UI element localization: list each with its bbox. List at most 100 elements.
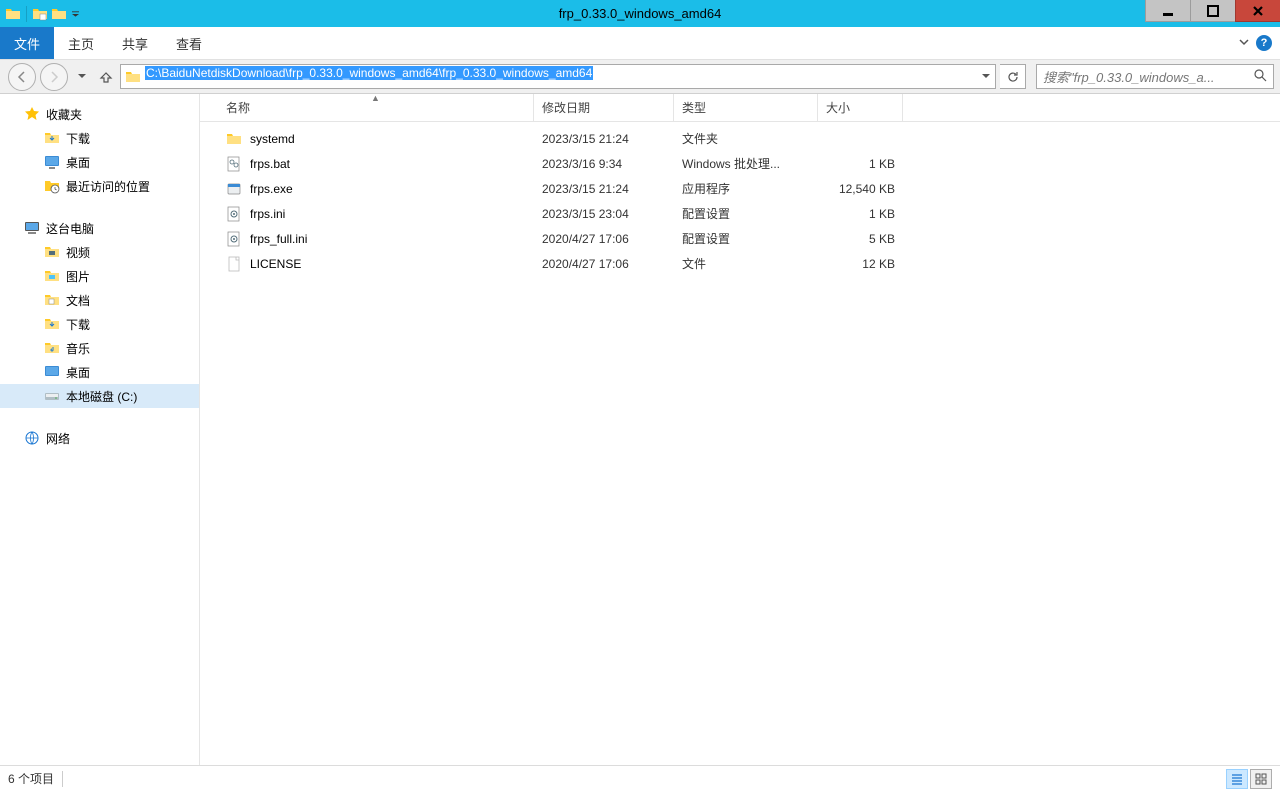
- file-row[interactable]: frps.exe2023/3/15 21:24应用程序12,540 KB: [200, 176, 1280, 201]
- file-icon: [226, 256, 242, 272]
- sidebar-item-network[interactable]: 网络: [0, 426, 199, 450]
- recent-icon: [44, 178, 60, 194]
- address-input[interactable]: C:\BaiduNetdiskDownload\frp_0.33.0_windo…: [145, 65, 975, 88]
- file-date: 2023/3/15 23:04: [534, 207, 674, 221]
- ribbon: 文件 主页 共享 查看 ?: [0, 27, 1280, 60]
- main-area: 收藏夹 下载 桌面 最近访问的位置 这台电脑 视频: [0, 94, 1280, 765]
- separator: [62, 771, 63, 787]
- network-icon: [24, 430, 40, 446]
- forward-button[interactable]: [40, 63, 68, 91]
- sidebar-item-downloads2[interactable]: 下载: [0, 312, 199, 336]
- statusbar: 6 个项目: [0, 765, 1280, 791]
- file-date: 2023/3/15 21:24: [534, 182, 674, 196]
- sidebar-item-recent[interactable]: 最近访问的位置: [0, 174, 199, 198]
- qat-dropdown[interactable]: [71, 5, 79, 23]
- tab-share[interactable]: 共享: [108, 27, 162, 59]
- back-button[interactable]: [8, 63, 36, 91]
- file-type: 文件: [674, 255, 818, 272]
- properties-icon[interactable]: [31, 5, 49, 23]
- desktop-icon: [44, 364, 60, 380]
- folder-icon: [44, 244, 60, 260]
- help-icon[interactable]: ?: [1256, 35, 1272, 51]
- folder-icon: [44, 130, 60, 146]
- column-header-name[interactable]: 名称 ▲: [218, 94, 534, 121]
- folder-icon: [44, 292, 60, 308]
- window-controls: [1145, 0, 1280, 27]
- file-date: 2020/4/27 17:06: [534, 257, 674, 271]
- sidebar-label: 视频: [66, 244, 90, 261]
- tab-view[interactable]: 查看: [162, 27, 216, 59]
- file-row[interactable]: systemd2023/3/15 21:24文件夹: [200, 126, 1280, 151]
- close-button[interactable]: [1235, 0, 1280, 22]
- sidebar-item-desktop2[interactable]: 桌面: [0, 360, 199, 384]
- sidebar-item-documents[interactable]: 文档: [0, 288, 199, 312]
- sidebar-label: 桌面: [66, 154, 90, 171]
- column-header-date[interactable]: 修改日期: [534, 94, 674, 121]
- sidebar-item-pictures[interactable]: 图片: [0, 264, 199, 288]
- tab-home[interactable]: 主页: [54, 27, 108, 59]
- desktop-icon: [44, 154, 60, 170]
- sidebar-label: 网络: [46, 430, 70, 447]
- sidebar-label: 图片: [66, 268, 90, 285]
- folder-icon: [44, 340, 60, 356]
- file-type: 配置设置: [674, 230, 818, 247]
- star-icon: [24, 106, 40, 122]
- ini-icon: [226, 231, 242, 247]
- address-path: C:\BaiduNetdiskDownload\frp_0.33.0_windo…: [145, 66, 593, 80]
- status-left: 6 个项目: [8, 770, 1226, 787]
- file-row[interactable]: frps_full.ini2020/4/27 17:06配置设置5 KB: [200, 226, 1280, 251]
- sidebar-group-network: 网络: [0, 426, 199, 450]
- sidebar-label: 收藏夹: [46, 106, 82, 123]
- file-name: frps.ini: [250, 207, 285, 221]
- sidebar: 收藏夹 下载 桌面 最近访问的位置 这台电脑 视频: [0, 94, 200, 765]
- file-date: 2020/4/27 17:06: [534, 232, 674, 246]
- item-count: 6 个项目: [8, 770, 54, 787]
- file-type: 应用程序: [674, 180, 818, 197]
- sidebar-item-localdisk[interactable]: 本地磁盘 (C:): [0, 384, 199, 408]
- file-name: frps_full.ini: [250, 232, 307, 246]
- sidebar-group-thispc: 这台电脑 视频 图片 文档 下载 音乐: [0, 216, 199, 408]
- file-name: LICENSE: [250, 257, 301, 271]
- view-switcher: [1226, 769, 1272, 789]
- sidebar-item-music[interactable]: 音乐: [0, 336, 199, 360]
- new-folder-icon[interactable]: [50, 5, 68, 23]
- ribbon-expand-icon[interactable]: [1238, 36, 1250, 51]
- sidebar-item-thispc[interactable]: 这台电脑: [0, 216, 199, 240]
- ribbon-right: ?: [1238, 27, 1280, 59]
- column-header-type[interactable]: 类型: [674, 94, 818, 121]
- view-icons-button[interactable]: [1250, 769, 1272, 789]
- folder-icon: [226, 131, 242, 147]
- address-dropdown[interactable]: [975, 74, 995, 79]
- sidebar-item-favorites[interactable]: 收藏夹: [0, 102, 199, 126]
- minimize-button[interactable]: [1145, 0, 1190, 22]
- file-row[interactable]: frps.ini2023/3/15 23:04配置设置1 KB: [200, 201, 1280, 226]
- drive-icon: [44, 388, 60, 404]
- file-list: systemd2023/3/15 21:24文件夹frps.bat2023/3/…: [200, 122, 1280, 765]
- bat-icon: [226, 156, 242, 172]
- file-row[interactable]: frps.bat2023/3/16 9:34Windows 批处理...1 KB: [200, 151, 1280, 176]
- sidebar-label: 下载: [66, 316, 90, 333]
- history-dropdown[interactable]: [72, 63, 92, 91]
- up-button[interactable]: [96, 65, 116, 89]
- file-type: Windows 批处理...: [674, 155, 818, 172]
- file-type: 文件夹: [674, 130, 818, 147]
- maximize-button[interactable]: [1190, 0, 1235, 22]
- view-details-button[interactable]: [1226, 769, 1248, 789]
- search-box[interactable]: 搜索"frp_0.33.0_windows_a...: [1036, 64, 1274, 89]
- file-date: 2023/3/16 9:34: [534, 157, 674, 171]
- sidebar-label: 文档: [66, 292, 90, 309]
- sidebar-item-videos[interactable]: 视频: [0, 240, 199, 264]
- column-header-size[interactable]: 大小: [818, 94, 903, 121]
- file-row[interactable]: LICENSE2020/4/27 17:06文件12 KB: [200, 251, 1280, 276]
- sidebar-item-downloads[interactable]: 下载: [0, 126, 199, 150]
- file-size: 1 KB: [818, 207, 903, 221]
- address-bar[interactable]: C:\BaiduNetdiskDownload\frp_0.33.0_windo…: [120, 64, 996, 89]
- sidebar-label: 最近访问的位置: [66, 178, 150, 195]
- ini-icon: [226, 206, 242, 222]
- refresh-button[interactable]: [1000, 64, 1026, 89]
- sidebar-item-desktop[interactable]: 桌面: [0, 150, 199, 174]
- folder-icon: [4, 5, 22, 23]
- tab-file[interactable]: 文件: [0, 27, 54, 59]
- sidebar-label: 本地磁盘 (C:): [66, 388, 137, 405]
- separator: [26, 6, 27, 22]
